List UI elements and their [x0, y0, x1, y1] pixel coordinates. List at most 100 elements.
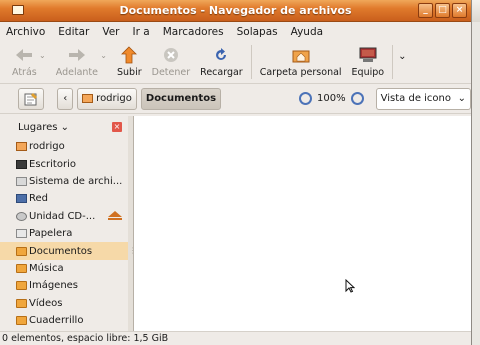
arrow-left-icon: [13, 45, 35, 65]
location-bar: ‹ rodrigo Documentos 100% Vista de icono…: [0, 84, 472, 114]
forward-label: Adelante: [55, 67, 98, 78]
chevron-left-icon: ‹: [63, 93, 68, 104]
trash-icon: [16, 229, 27, 239]
home-folder-icon: [16, 142, 27, 152]
folder-icon: [16, 263, 27, 273]
up-label: Subir: [117, 67, 142, 78]
sidebar-type-label: Lugares: [18, 121, 58, 133]
cd-icon: [16, 211, 27, 221]
folder-icon: [16, 298, 27, 308]
zoom-level[interactable]: 100%: [317, 93, 346, 104]
computer-icon: [357, 45, 379, 65]
file-browser-window: Documentos - Navegador de archivos _ □ ×…: [0, 0, 472, 345]
sidebar-item-videos[interactable]: Vídeos: [0, 295, 128, 312]
menu-editar[interactable]: Editar: [58, 26, 89, 38]
reload-icon: [210, 45, 232, 65]
forward-button[interactable]: Adelante ⌄: [42, 45, 107, 78]
menu-archivo[interactable]: Archivo: [6, 26, 45, 38]
drive-icon: [16, 176, 27, 186]
places-list: rodrigo Escritorio Sistema de archi... R…: [0, 138, 128, 329]
close-icon[interactable]: ×: [112, 122, 122, 132]
close-button[interactable]: ×: [452, 3, 467, 18]
stop-icon: [160, 45, 182, 65]
zoom-control: 100%: [299, 92, 364, 105]
menu-marcadores[interactable]: Marcadores: [163, 26, 224, 38]
zoom-out-icon[interactable]: [299, 92, 313, 105]
content-area: Lugares ⌄ × rodrigo Escritorio Sistema d…: [0, 116, 471, 331]
home-folder-icon: [290, 45, 312, 65]
home-button[interactable]: Carpeta personal: [255, 45, 347, 78]
menu-ver[interactable]: Ver: [102, 26, 119, 38]
status-text: 0 elementos, espacio libre: 1,5 GiB: [2, 333, 169, 344]
sidebar-item-label: Vídeos: [29, 297, 63, 309]
toolbar-separator: [392, 45, 394, 79]
folder-icon: [16, 316, 27, 326]
minimize-button[interactable]: _: [418, 3, 433, 18]
back-button[interactable]: Atrás ⌄: [0, 45, 46, 78]
sidebar-item-label: rodrigo: [29, 141, 65, 153]
back-label: Atrás: [12, 67, 37, 78]
breadcrumb-documentos[interactable]: Documentos: [140, 87, 222, 110]
sidebar-item-documentos[interactable]: Documentos: [0, 242, 128, 260]
home-folder-icon: [82, 94, 94, 103]
sidebar-item-escritorio[interactable]: Escritorio: [0, 155, 128, 172]
menu-solapas[interactable]: Solapas: [237, 26, 278, 38]
sidebar-item-rodrigo[interactable]: rodrigo: [0, 138, 128, 155]
menu-ayuda[interactable]: Ayuda: [291, 26, 323, 38]
sidebar-item-cuaderrillo[interactable]: Cuaderrillo: [0, 312, 128, 329]
reload-label: Recargar: [200, 67, 243, 78]
breadcrumb-label: rodrigo: [96, 93, 132, 104]
arrow-right-icon: [66, 45, 88, 65]
sidebar-header: Lugares ⌄ ×: [0, 116, 128, 138]
toolbar-overflow-button[interactable]: ⌄: [396, 45, 406, 62]
view-mode-value: Vista de icono: [380, 93, 452, 104]
sidebar: Lugares ⌄ × rodrigo Escritorio Sistema d…: [0, 116, 128, 331]
breadcrumb-back-button[interactable]: ‹: [57, 87, 74, 110]
stop-label: Detener: [151, 67, 191, 78]
chevron-down-icon: ⌄: [457, 93, 467, 104]
zoom-in-icon[interactable]: [350, 92, 364, 105]
toolbar-separator: [250, 45, 252, 79]
up-button[interactable]: Subir: [103, 45, 147, 78]
file-view[interactable]: [133, 116, 471, 331]
eject-icon[interactable]: [108, 210, 122, 220]
arrow-up-icon: [118, 45, 140, 65]
folder-icon: [16, 246, 27, 256]
sidebar-item-label: Sistema de archi...: [29, 175, 123, 187]
sidebar-item-label: Red: [29, 193, 48, 205]
sidebar-item-imagenes[interactable]: Imágenes: [0, 277, 128, 294]
main-toolbar: Atrás ⌄ Adelante ⌄ Subir Detener Recarga…: [0, 42, 471, 84]
maximize-button[interactable]: □: [435, 3, 450, 18]
window-title: Documentos - Navegador de archivos: [119, 4, 352, 17]
sidebar-item-sistema[interactable]: Sistema de archi...: [0, 173, 128, 190]
edit-location-icon: [24, 92, 37, 105]
sidebar-item-label: Papelera: [29, 228, 73, 240]
sidebar-item-label: Escritorio: [29, 158, 76, 170]
sidebar-item-label: Unidad CD-...: [29, 210, 96, 222]
view-mode-select[interactable]: Vista de icono ⌄: [375, 87, 472, 110]
menu-bar: Archivo Editar Ver Ir a Marcadores Solap…: [0, 22, 471, 42]
computer-button[interactable]: Equipo: [347, 45, 390, 78]
network-icon: [16, 194, 27, 204]
sidebar-item-cd[interactable]: Unidad CD-...: [0, 208, 128, 225]
sidebar-item-label: Música: [29, 262, 64, 274]
stop-button[interactable]: Detener: [147, 45, 196, 78]
home-label: Carpeta personal: [259, 67, 342, 78]
sidebar-item-musica[interactable]: Música: [0, 260, 128, 277]
toggle-location-button[interactable]: [18, 87, 44, 110]
sidebar-item-label: Documentos: [29, 245, 93, 257]
sidebar-item-papelera[interactable]: Papelera: [0, 225, 128, 242]
reload-button[interactable]: Recargar: [195, 45, 248, 78]
chevron-down-icon: ⌄: [398, 51, 407, 62]
menu-ir-a[interactable]: Ir a: [133, 26, 150, 38]
sidebar-type-select[interactable]: Lugares ⌄: [18, 122, 69, 133]
title-bar[interactable]: Documentos - Navegador de archivos _ □ ×: [0, 0, 471, 22]
folder-icon: [16, 281, 27, 291]
sidebar-item-label: Cuaderrillo: [29, 315, 84, 327]
computer-label: Equipo: [351, 67, 385, 78]
sidebar-item-label: Imágenes: [29, 280, 79, 292]
status-bar: 0 elementos, espacio libre: 1,5 GiB: [0, 331, 471, 345]
sidebar-item-red[interactable]: Red: [0, 190, 128, 207]
breadcrumb-label: Documentos: [145, 93, 217, 104]
breadcrumb-rodrigo[interactable]: rodrigo: [77, 87, 137, 110]
